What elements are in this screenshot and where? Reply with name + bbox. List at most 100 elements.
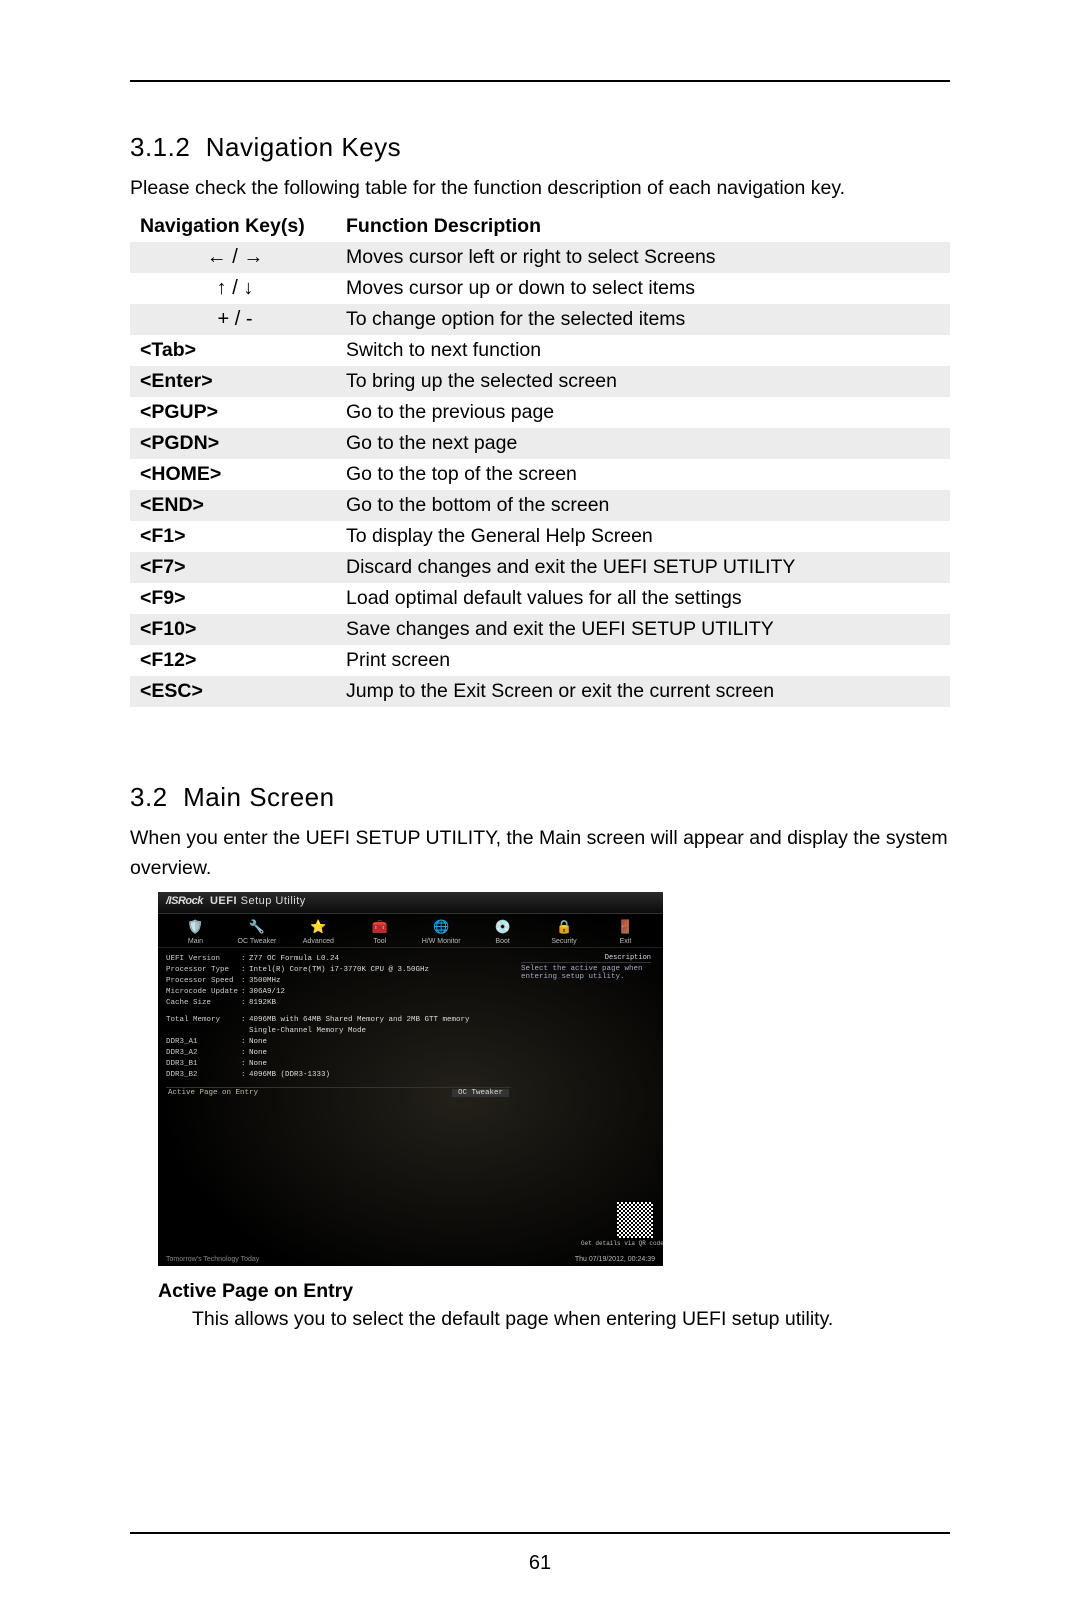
- uefi-tab-label: OC Tweaker: [238, 938, 277, 945]
- advanced-icon: ⭐: [307, 918, 329, 936]
- nav-key: + / -: [130, 304, 338, 335]
- nav-key: ← / →: [130, 242, 338, 273]
- table-row: ↑ / ↓Moves cursor up or down to select i…: [130, 273, 950, 304]
- table-row: <F7>Discard changes and exit the UEFI SE…: [130, 552, 950, 583]
- nav-key: <PGDN>: [130, 428, 338, 459]
- uefi-footer-right: Thu 07/19/2012, 00:24:39: [575, 1256, 655, 1263]
- info-row: Cache Size:8192KB: [166, 998, 511, 1009]
- h-w-monitor-icon: 🌐: [430, 918, 452, 936]
- info-label: DDR3_A2: [166, 1048, 241, 1059]
- nav-key: <F1>: [130, 521, 338, 552]
- heading-3-2: 3.2 Main Screen: [130, 782, 950, 813]
- nav-desc: Load optimal default values for all the …: [338, 583, 950, 614]
- active-page-description: This allows you to select the default pa…: [192, 1305, 950, 1334]
- info-row: UEFI Version:Z77 OC Formula L0.24: [166, 954, 511, 965]
- top-rule: [130, 80, 950, 82]
- uefi-tab-h-w-monitor: 🌐H/W Monitor: [414, 918, 469, 945]
- nav-key: <Tab>: [130, 335, 338, 366]
- description-header: Description: [521, 954, 651, 963]
- table-row: <F12>Print screen: [130, 645, 950, 676]
- info-label: DDR3_B1: [166, 1059, 241, 1070]
- uefi-tab-advanced: ⭐ Advanced: [291, 918, 346, 945]
- nav-desc: To bring up the selected screen: [338, 366, 950, 397]
- active-page-row: Active Page on Entry OC Tweaker: [166, 1087, 511, 1098]
- uefi-tab-tool: 🧰 Tool: [352, 918, 407, 945]
- table-row: <F9>Load optimal default values for all …: [130, 583, 950, 614]
- uefi-body: UEFI Version:Z77 OC Formula L0.24Process…: [158, 948, 663, 1098]
- uefi-tab-exit: 🚪Exit: [598, 918, 653, 945]
- uefi-description-pane: Description Select the active page when …: [517, 954, 655, 1098]
- uefi-screenshot: /ISRock UEFI Setup Utility 🛡️Main🔧OC Twe…: [158, 892, 663, 1266]
- info-value: 3500MHz: [249, 976, 281, 987]
- info-label: Microcode Update: [166, 987, 241, 998]
- nav-desc: To display the General Help Screen: [338, 521, 950, 552]
- nav-desc: Save changes and exit the UEFI SETUP UTI…: [338, 614, 950, 645]
- memory-slot-row: DDR3_B1:None: [166, 1059, 511, 1070]
- exit-icon: 🚪: [614, 918, 636, 936]
- uefi-title-uefi: UEFI: [210, 895, 237, 907]
- section-main-screen: 3.2 Main Screen When you enter the UEFI …: [130, 782, 950, 1334]
- info-value: None: [249, 1059, 267, 1070]
- tool-icon: 🧰: [369, 918, 391, 936]
- nav-desc: Jump to the Exit Screen or exit the curr…: [338, 676, 950, 707]
- table-row: ← / →Moves cursor left or right to selec…: [130, 242, 950, 273]
- nav-key: <F7>: [130, 552, 338, 583]
- section-navigation-keys: 3.1.2 Navigation Keys Please check the f…: [130, 132, 950, 707]
- info-label: Processor Speed: [166, 976, 241, 987]
- bottom-rule: [130, 1532, 950, 1534]
- memory-mode: Single-Channel Memory Mode: [249, 1026, 366, 1037]
- uefi-footer-left: Tomorrow's Technology Today: [166, 1256, 259, 1263]
- info-label: Processor Type: [166, 965, 241, 976]
- nav-key: ↑ / ↓: [130, 273, 338, 304]
- nav-desc: Moves cursor left or right to select Scr…: [338, 242, 950, 273]
- info-value: 306A9/12: [249, 987, 285, 998]
- table-row: <END>Go to the bottom of the screen: [130, 490, 950, 521]
- nav-key: <END>: [130, 490, 338, 521]
- info-label: DDR3_A1: [166, 1037, 241, 1048]
- uefi-tab-label: Tool: [373, 938, 386, 945]
- nav-desc: Moves cursor up or down to select items: [338, 273, 950, 304]
- memory-mode-row: Single-Channel Memory Mode: [166, 1026, 511, 1037]
- table-row: <F1>To display the General Help Screen: [130, 521, 950, 552]
- section-title: Navigation Keys: [206, 132, 401, 162]
- uefi-tab-security: 🔒Security: [537, 918, 592, 945]
- nav-desc: To change option for the selected items: [338, 304, 950, 335]
- uefi-tab-bar: 🛡️Main🔧OC Tweaker⭐Advanced🧰Tool🌐H/W Moni…: [158, 914, 663, 948]
- section-title: Main Screen: [183, 782, 334, 812]
- uefi-tab-label: Advanced: [303, 938, 334, 945]
- info-value: 4096MB with 64MB Shared Memory and 2MB G…: [249, 1015, 470, 1026]
- brand-logo: /ISRock: [166, 895, 203, 907]
- section-number: 3.1.2: [130, 132, 190, 162]
- active-page-value: OC Tweaker: [452, 1089, 509, 1097]
- table-row: <HOME>Go to the top of the screen: [130, 459, 950, 490]
- navigation-keys-table: Navigation Key(s) Function Description ←…: [130, 211, 950, 707]
- boot-icon: 💿: [492, 918, 514, 936]
- nav-key: <HOME>: [130, 459, 338, 490]
- nav-key: <PGUP>: [130, 397, 338, 428]
- table-row: <ESC>Jump to the Exit Screen or exit the…: [130, 676, 950, 707]
- info-value: 8192KB: [249, 998, 276, 1009]
- table-row: <Tab>Switch to next function: [130, 335, 950, 366]
- document-page: 3.1.2 Navigation Keys Please check the f…: [0, 0, 1080, 1619]
- uefi-header: /ISRock UEFI Setup Utility: [158, 892, 663, 914]
- uefi-tab-label: Main: [188, 938, 203, 945]
- nav-desc: Go to the bottom of the screen: [338, 490, 950, 521]
- nav-desc: Discard changes and exit the UEFI SETUP …: [338, 552, 950, 583]
- memory-slot-row: DDR3_A2:None: [166, 1048, 511, 1059]
- info-value: 4096MB (DDR3-1333): [249, 1070, 330, 1081]
- info-row: Processor Speed:3500MHz: [166, 976, 511, 987]
- active-page-label: Active Page on Entry: [168, 1089, 258, 1097]
- table-header-desc: Function Description: [338, 211, 950, 242]
- nav-key: <F12>: [130, 645, 338, 676]
- nav-key: <F9>: [130, 583, 338, 614]
- uefi-tab-label: Boot: [495, 938, 509, 945]
- info-value: Z77 OC Formula L0.24: [249, 954, 339, 965]
- page-number: 61: [0, 1552, 1080, 1575]
- table-row: + / -To change option for the selected i…: [130, 304, 950, 335]
- nav-desc: Go to the previous page: [338, 397, 950, 428]
- info-row: Microcode Update:306A9/12: [166, 987, 511, 998]
- info-label: UEFI Version: [166, 954, 241, 965]
- table-row: <F10>Save changes and exit the UEFI SETU…: [130, 614, 950, 645]
- info-label: Cache Size: [166, 998, 241, 1009]
- info-value: Intel(R) Core(TM) i7-3770K CPU @ 3.50GHz: [249, 965, 429, 976]
